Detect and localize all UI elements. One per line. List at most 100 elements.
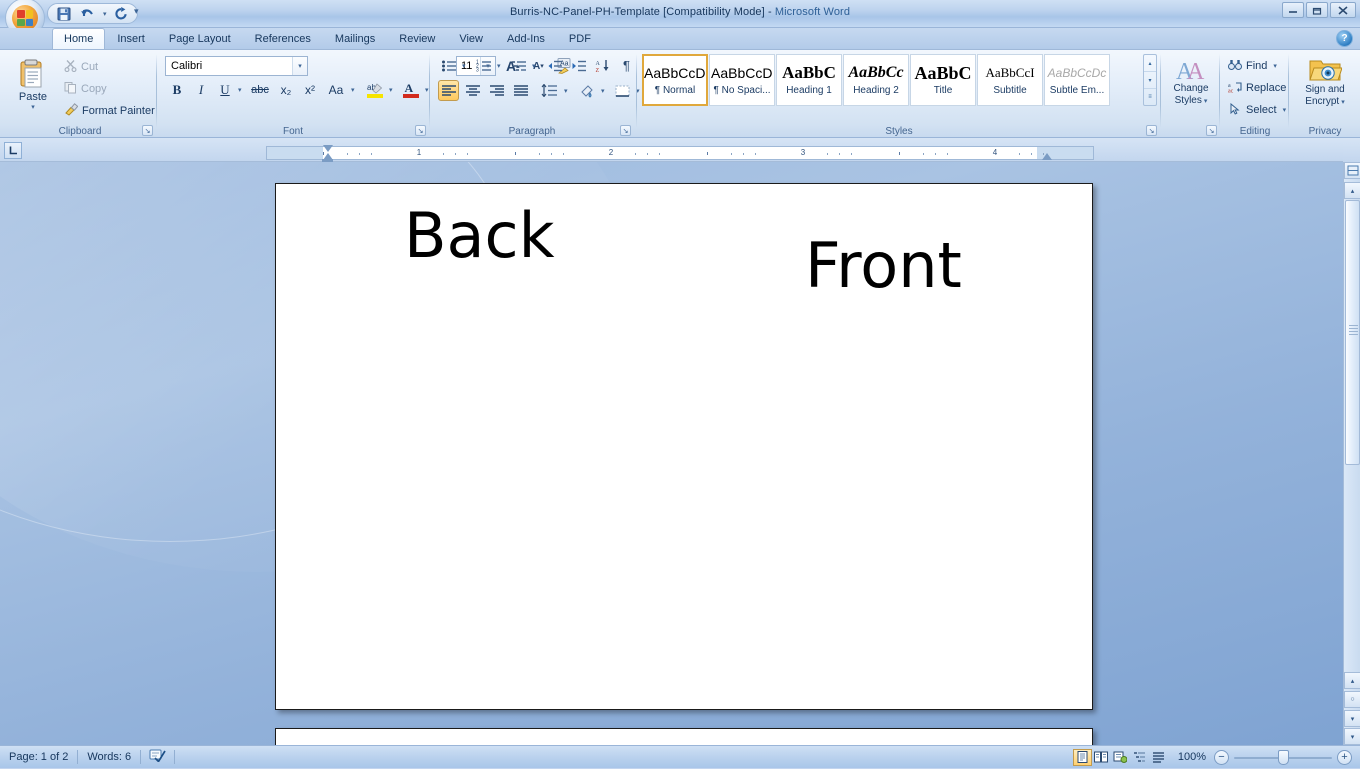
view-draft-button[interactable] <box>1149 749 1168 766</box>
sort-button[interactable]: A Z <box>592 55 613 76</box>
bold-button[interactable]: B <box>166 79 188 101</box>
zoom-slider-thumb[interactable] <box>1278 749 1289 765</box>
restore-button[interactable] <box>1306 2 1328 18</box>
tab-pdf[interactable]: PDF <box>557 28 603 49</box>
align-left-button[interactable] <box>438 80 459 101</box>
line-spacing-button[interactable] <box>537 80 563 101</box>
replace-button[interactable]: a ac Replace <box>1224 78 1290 98</box>
change-styles-dialog-launcher[interactable]: ↘ <box>1206 125 1217 136</box>
split-window-button[interactable] <box>1344 162 1360 179</box>
styles-scroll-down-button[interactable]: ▾ <box>1144 72 1156 89</box>
save-icon[interactable] <box>55 5 73 22</box>
redo-icon[interactable] <box>112 5 130 22</box>
tab-page-layout[interactable]: Page Layout <box>157 28 243 49</box>
tab-mailings[interactable]: Mailings <box>323 28 387 49</box>
change-styles-caret-icon[interactable]: ▾ <box>1204 97 1208 105</box>
doc-text-front[interactable]: Front <box>805 235 962 297</box>
previous-page-button[interactable]: ▴ <box>1344 672 1360 689</box>
select-button[interactable]: Select ▾ <box>1224 100 1290 120</box>
document-page-1[interactable]: Back Front <box>275 183 1093 710</box>
multilevel-caret-icon[interactable]: ▾ <box>532 62 536 70</box>
paste-button[interactable]: Paste ▾ <box>12 56 54 118</box>
zoom-in-button[interactable]: + <box>1337 749 1352 765</box>
undo-icon[interactable] <box>78 5 96 22</box>
styles-dialog-launcher[interactable]: ↘ <box>1146 125 1157 136</box>
right-indent-marker[interactable] <box>1042 152 1052 160</box>
scrollbar-thumb[interactable] <box>1345 200 1360 465</box>
styles-scroll-up-button[interactable]: ▴ <box>1144 55 1156 72</box>
paragraph-dialog-launcher[interactable]: ↘ <box>620 125 631 136</box>
underline-button[interactable]: U <box>214 79 236 101</box>
tab-view[interactable]: View <box>447 28 495 49</box>
format-painter-button[interactable]: Format Painter <box>60 101 159 121</box>
close-button[interactable] <box>1330 2 1356 18</box>
justify-button[interactable] <box>510 80 531 101</box>
font-color-caret-icon[interactable]: ▾ <box>425 86 429 94</box>
font-dialog-launcher[interactable]: ↘ <box>415 125 426 136</box>
style-subtitle[interactable]: AaBbCcI Subtitle <box>977 54 1043 106</box>
highlight-caret-icon[interactable]: ▾ <box>389 86 393 94</box>
tab-insert[interactable]: Insert <box>105 28 157 49</box>
view-full-screen-reading-button[interactable] <box>1092 749 1111 766</box>
select-browse-object-button[interactable]: ○ <box>1344 691 1360 708</box>
zoom-level[interactable]: 100% <box>1168 751 1214 763</box>
style-subtle-emphasis[interactable]: AaBbCcDc Subtle Em... <box>1044 54 1110 106</box>
align-center-button[interactable] <box>462 80 483 101</box>
clipboard-dialog-launcher[interactable]: ↘ <box>142 125 153 136</box>
change-case-caret-icon[interactable]: ▾ <box>351 86 355 94</box>
decrease-indent-button[interactable] <box>544 55 565 76</box>
select-caret-icon[interactable]: ▾ <box>1283 106 1287 114</box>
subscript-button[interactable]: x₂ <box>275 79 297 101</box>
strikethrough-button[interactable]: abc <box>247 79 273 101</box>
tab-review[interactable]: Review <box>387 28 447 49</box>
paste-caret-icon[interactable]: ▾ <box>31 103 35 111</box>
sign-and-encrypt-button[interactable]: Sign and Encrypt ▾ <box>1294 55 1356 123</box>
line-spacing-caret-icon[interactable]: ▾ <box>564 87 568 95</box>
change-styles-button[interactable]: A A Change Styles ▾ <box>1165 56 1217 122</box>
view-print-layout-button[interactable] <box>1072 748 1092 766</box>
page-indicator[interactable]: Page: 1 of 2 <box>0 748 77 767</box>
underline-caret-icon[interactable]: ▾ <box>238 86 242 94</box>
styles-more-button[interactable]: ≡ <box>1144 89 1156 105</box>
shading-caret-icon[interactable]: ▾ <box>601 87 605 95</box>
numbering-caret-icon[interactable]: ▾ <box>497 62 501 70</box>
scroll-up-button[interactable]: ▴ <box>1344 182 1360 199</box>
tab-add-ins[interactable]: Add-Ins <box>495 28 557 49</box>
zoom-slider[interactable] <box>1234 749 1332 765</box>
font-name-caret-icon[interactable]: ▾ <box>292 57 307 75</box>
increase-indent-button[interactable] <box>568 55 589 76</box>
vertical-scrollbar[interactable]: ▴ ▴ ○ ▾ ▾ <box>1343 162 1360 745</box>
document-canvas[interactable]: Back Front <box>0 162 1360 745</box>
proofing-status-button[interactable] <box>141 748 174 767</box>
superscript-button[interactable]: x² <box>299 79 321 101</box>
word-count[interactable]: Words: 6 <box>78 748 140 767</box>
view-outline-button[interactable] <box>1130 749 1149 766</box>
font-name-combobox[interactable]: Calibri ▾ <box>165 56 308 76</box>
font-color-button[interactable]: A <box>399 78 423 101</box>
document-page-2[interactable] <box>275 728 1093 745</box>
style-title[interactable]: AaBbC Title <box>910 54 976 106</box>
zoom-out-button[interactable]: − <box>1214 749 1229 765</box>
style-heading-2[interactable]: AaBbCc Heading 2 <box>843 54 909 106</box>
text-highlight-button[interactable]: ab <box>363 78 387 101</box>
undo-dropdown-caret-icon[interactable]: ▾ <box>103 10 107 18</box>
style-no-spacing[interactable]: AaBbCcDc ¶ No Spaci... <box>709 54 775 106</box>
change-case-button[interactable]: Aa <box>323 79 349 101</box>
customize-qat-button[interactable]: ▾ <box>134 6 139 17</box>
find-button[interactable]: Find ▾ <box>1224 56 1281 76</box>
italic-button[interactable]: I <box>190 79 212 101</box>
view-web-layout-button[interactable] <box>1111 749 1130 766</box>
cut-button[interactable]: Cut <box>60 57 102 77</box>
bullets-button[interactable] <box>438 55 459 76</box>
numbering-button[interactable]: 1 2 3 <box>473 55 494 76</box>
shading-button[interactable] <box>575 80 599 101</box>
next-page-button[interactable]: ▾ <box>1344 710 1360 727</box>
style-heading-1[interactable]: AaBbC Heading 1 <box>776 54 842 106</box>
tab-references[interactable]: References <box>243 28 323 49</box>
tab-stop-selector[interactable] <box>4 142 22 159</box>
help-icon[interactable]: ? <box>1336 30 1353 47</box>
show-formatting-marks-button[interactable]: ¶ <box>616 55 637 76</box>
borders-button[interactable] <box>610 80 634 101</box>
align-right-button[interactable] <box>486 80 507 101</box>
tab-home[interactable]: Home <box>52 28 106 49</box>
